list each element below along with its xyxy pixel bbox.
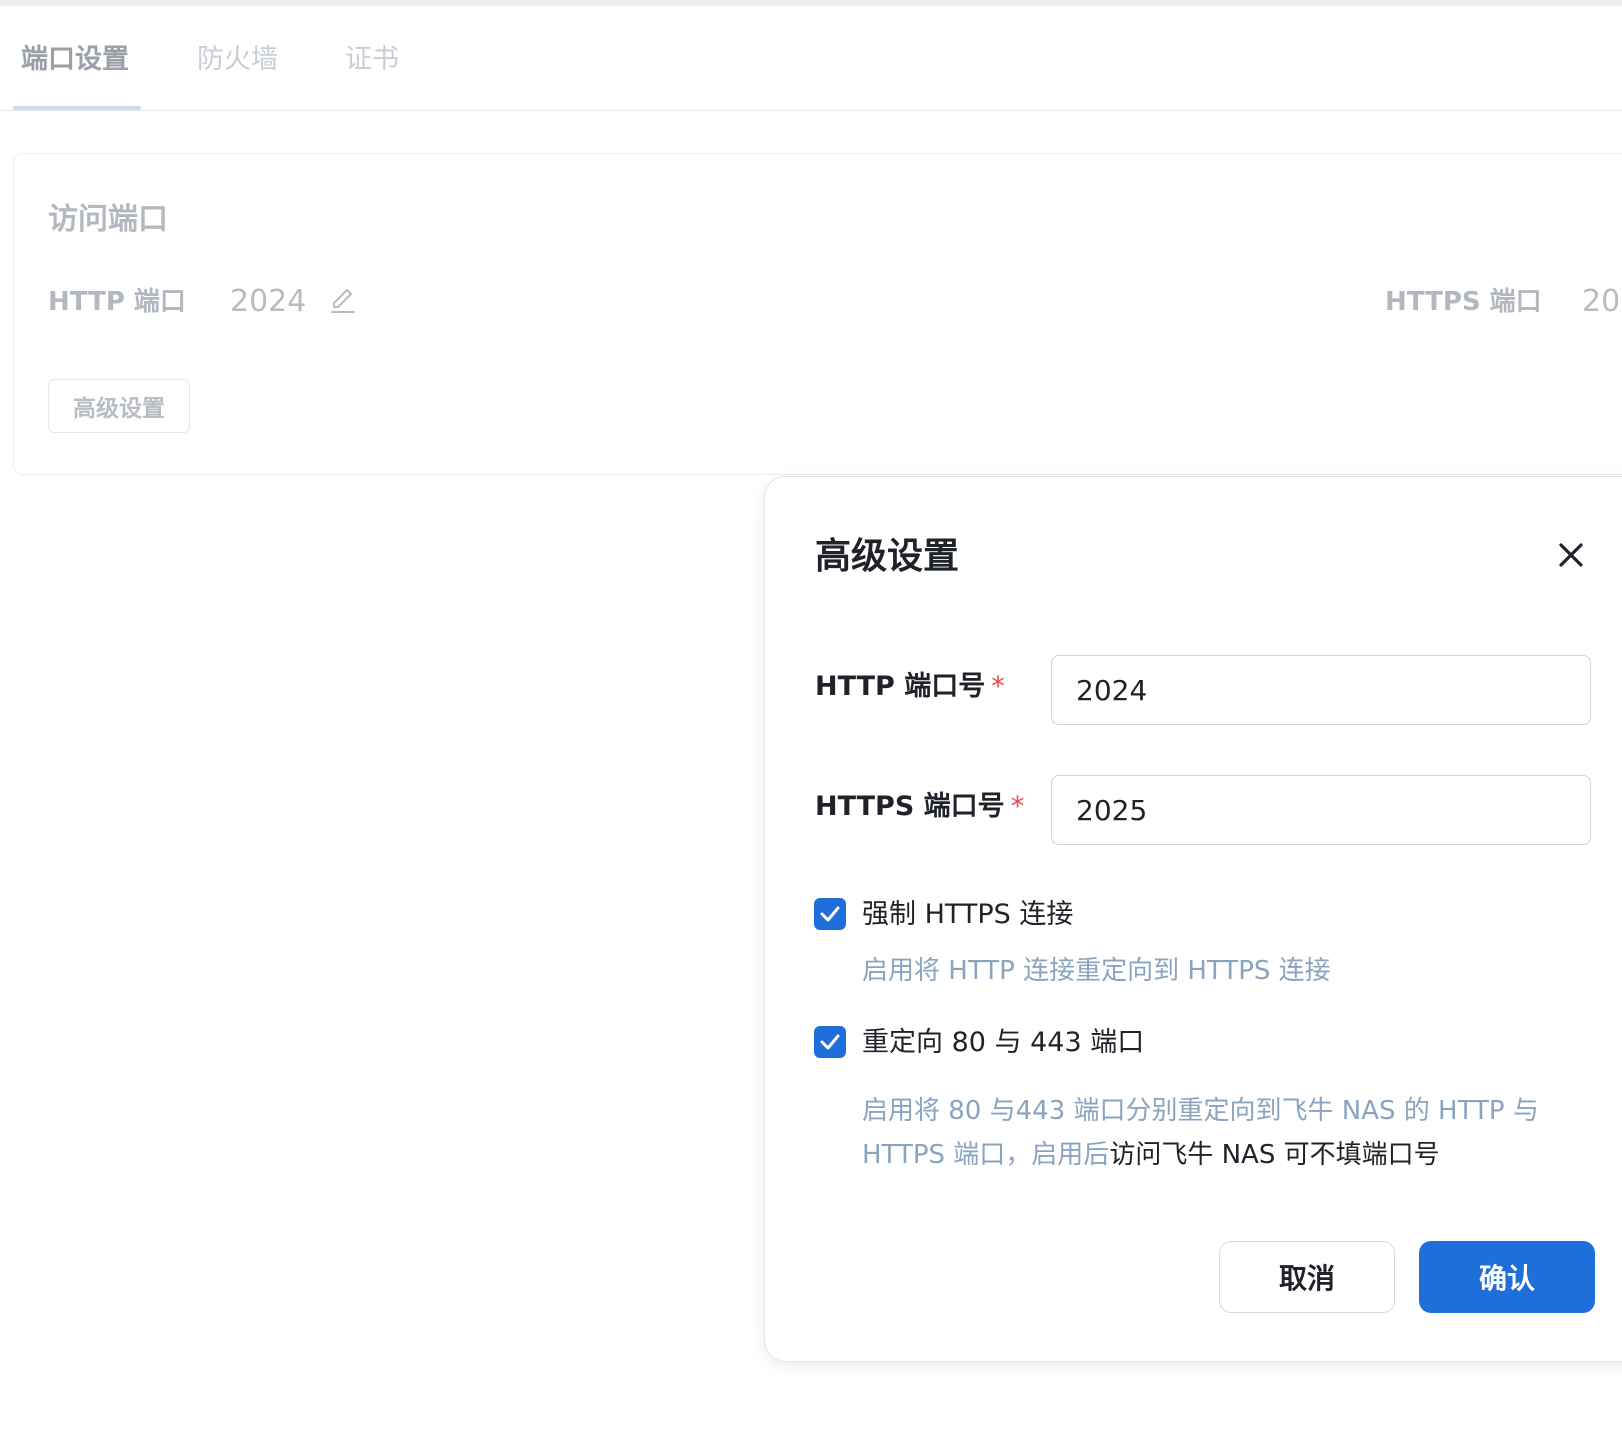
https-port-label: HTTPS 端口 <box>1385 287 1542 317</box>
redirect-ports-label[interactable]: 重定向 80 与 443 端口 <box>862 1025 1144 1061</box>
required-mark: * <box>1010 791 1025 822</box>
dialog-title: 高级设置 <box>815 536 960 577</box>
redirect-ports-hint: 启用将 80 与443 端口分别重定向到飞牛 NAS 的 HTTP 与 HTTP… <box>862 1089 1582 1177</box>
required-mark: * <box>991 671 1005 702</box>
https-port-value: 202 <box>1582 284 1622 319</box>
http-port-label: HTTP 端口 <box>48 287 186 317</box>
active-tab-indicator <box>13 106 141 110</box>
force-https-checkbox[interactable] <box>814 898 846 930</box>
tab-port-settings[interactable]: 端口设置 <box>21 42 129 78</box>
checkmark-icon <box>820 906 840 922</box>
http-port-input[interactable] <box>1051 655 1591 725</box>
cancel-button[interactable]: 取消 <box>1219 1241 1395 1313</box>
http-port-number-label: HTTP 端口号 * <box>815 669 1005 705</box>
edit-icon[interactable] <box>328 285 358 315</box>
https-port-number-label: HTTPS 端口号 * <box>815 789 1024 825</box>
https-port-input[interactable] <box>1051 775 1591 845</box>
redirect-ports-hint-part2: 访问飞牛 NAS 可不填端口号 <box>1109 1140 1440 1170</box>
advanced-settings-button[interactable]: 高级设置 <box>48 379 190 433</box>
tab-bar: 端口设置 防火墙 证书 <box>0 6 1622 111</box>
force-https-hint: 启用将 HTTP 连接重定向到 HTTPS 连接 <box>862 956 1331 986</box>
http-port-value: 2024 <box>230 284 307 319</box>
close-icon[interactable] <box>1553 537 1589 573</box>
advanced-settings-dialog: 高级设置 HTTP 端口号* HTTPS 端口号* 强制 HTTPS 连接 启用… <box>764 476 1622 1362</box>
tab-firewall[interactable]: 防火墙 <box>197 42 278 78</box>
redirect-ports-checkbox[interactable] <box>814 1026 846 1058</box>
card-title: 访问端口 <box>48 202 168 237</box>
checkmark-icon <box>820 1034 840 1050</box>
confirm-button[interactable]: 确认 <box>1419 1241 1595 1313</box>
http-port-number-label-text: HTTP 端口号 <box>815 671 986 702</box>
force-https-label[interactable]: 强制 HTTPS 连接 <box>862 897 1073 933</box>
access-port-card: 访问端口 HTTP 端口 2024 HTTPS 端口 202 高级设置 <box>13 153 1622 475</box>
https-port-number-label-text: HTTPS 端口号 <box>815 791 1005 822</box>
tab-certificate[interactable]: 证书 <box>345 42 399 78</box>
